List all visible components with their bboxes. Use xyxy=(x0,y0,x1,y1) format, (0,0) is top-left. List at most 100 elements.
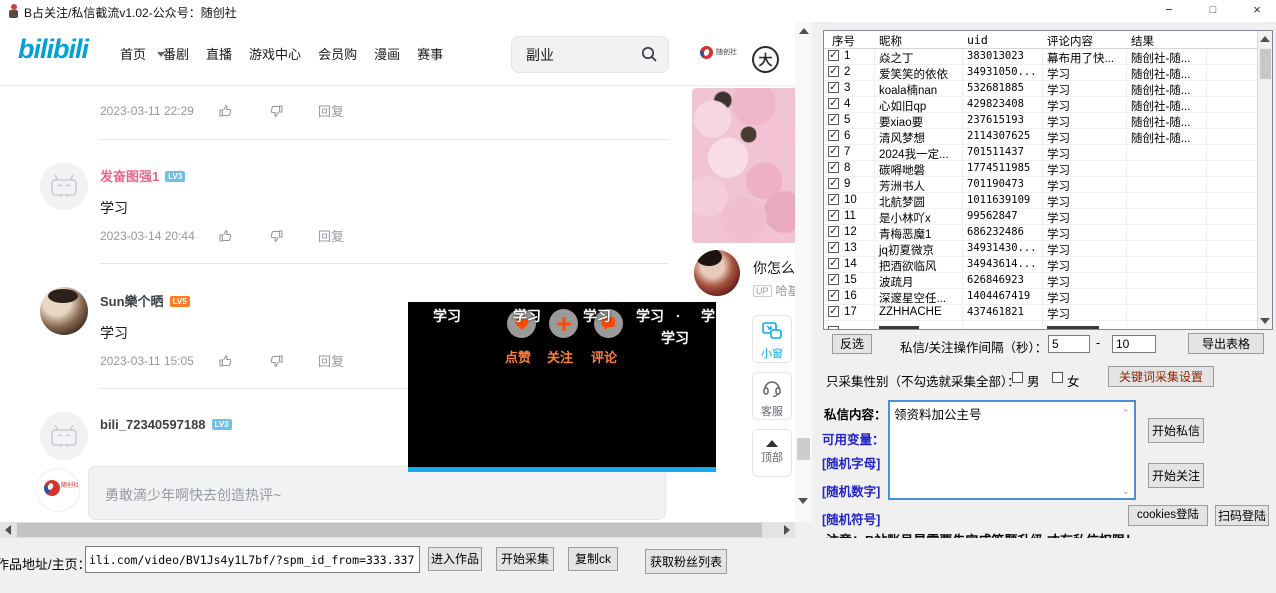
col-comment[interactable]: 评论内容 xyxy=(1047,33,1093,49)
scrollbar-thumb[interactable] xyxy=(797,438,810,460)
interval-to-input[interactable] xyxy=(1112,335,1156,353)
row-checkbox[interactable] xyxy=(828,226,839,237)
thumbs-up-icon[interactable] xyxy=(218,103,234,119)
video-thumbnail[interactable] xyxy=(692,88,795,243)
table-row[interactable]: 8 碳嘚哋磐 1774511985 学习 xyxy=(824,161,1257,177)
table-row[interactable]: 6 清风梦想 2114307625 学习 随创社-随... xyxy=(824,129,1257,145)
service-button[interactable]: 客服 xyxy=(752,372,792,420)
table-row[interactable]: 12 青梅恶魔1 686232486 学习 xyxy=(824,225,1257,241)
col-result[interactable]: 结果 xyxy=(1131,33,1154,49)
close-button[interactable]: × xyxy=(1240,0,1274,22)
follow-button[interactable] xyxy=(549,309,578,338)
minimize-button[interactable]: − xyxy=(1152,0,1186,22)
col-nick[interactable]: 昵称 xyxy=(879,33,902,49)
nav-item[interactable]: 会员购 xyxy=(318,44,357,63)
reply-link[interactable]: 回复 xyxy=(318,101,344,120)
thumbs-down-icon[interactable] xyxy=(268,353,284,369)
table-row[interactable]: 3 koala楠nan 532681885 学习 随创社-随... xyxy=(824,81,1257,97)
reply-link[interactable]: 回复 xyxy=(318,351,344,370)
nav-item[interactable]: 漫画 xyxy=(374,44,400,63)
scroll-up-arrow[interactable] xyxy=(1260,36,1270,42)
row-checkbox[interactable] xyxy=(828,210,839,221)
table-row[interactable]: 4 心如旧qp 429823408 学习 随创社-随... xyxy=(824,97,1257,113)
row-checkbox[interactable] xyxy=(828,306,839,317)
dm-content-textarea[interactable]: 领资料加公主号 xyxy=(888,400,1136,500)
comment-username[interactable]: bili_72340597188 xyxy=(100,417,206,432)
table-row[interactable]: 15 波疏月 626846923 学习 xyxy=(824,273,1257,289)
nav-item[interactable]: 游戏中心 xyxy=(249,44,301,63)
row-checkbox[interactable] xyxy=(828,146,839,157)
up-avatar[interactable] xyxy=(694,250,740,296)
row-checkbox[interactable] xyxy=(828,82,839,93)
search-icon[interactable] xyxy=(641,46,658,63)
search-input[interactable] xyxy=(526,44,636,66)
table-row[interactable]: 11 是小林吖x 99562847 学习 xyxy=(824,209,1257,225)
row-checkbox[interactable] xyxy=(828,98,839,109)
scrollbar-thumb[interactable] xyxy=(17,523,762,537)
row-checkbox[interactable] xyxy=(828,290,839,301)
cookies-login-button[interactable]: cookies登陆 xyxy=(1128,505,1208,526)
nav-item[interactable]: 首页 xyxy=(120,44,146,63)
keyword-settings-button[interactable]: 关键词采集设置 xyxy=(1108,366,1214,387)
qr-login-button[interactable]: 扫码登陆 xyxy=(1215,505,1269,526)
maximize-button[interactable]: □ xyxy=(1196,0,1230,22)
col-uid[interactable]: uid xyxy=(967,33,988,47)
table-row[interactable]: 13 jq初夏微京 34931430... 学习 xyxy=(824,241,1257,257)
bilibili-logo[interactable]: bilibili xyxy=(18,34,89,65)
default-avatar-icon[interactable] xyxy=(40,162,88,210)
scrollbar-thumb[interactable] xyxy=(1260,49,1271,79)
reply-link[interactable]: 回复 xyxy=(318,226,344,245)
table-row[interactable]: 7 2024我一定... 701511437 学习 xyxy=(824,145,1257,161)
nav-item[interactable]: 番剧 xyxy=(163,44,189,63)
table-row[interactable]: 16 深邃星空任... 1404467419 学习 xyxy=(824,289,1257,305)
nav-item[interactable]: 赛事 xyxy=(417,44,443,63)
start-follow-button[interactable]: 开始关注 xyxy=(1148,463,1204,488)
row-checkbox[interactable] xyxy=(828,194,839,205)
table-row[interactable]: 17 ZZHHACHE 437461821 学习 xyxy=(824,305,1257,321)
comment-input[interactable]: 勇敢滴少年啊快去创造热评~ xyxy=(88,466,666,520)
row-checkbox[interactable] xyxy=(828,258,839,269)
variable-item[interactable]: [随机符号] xyxy=(822,509,880,528)
url-input[interactable] xyxy=(85,546,420,573)
pip-button[interactable]: 小窗 xyxy=(752,315,792,363)
table-scrollbar[interactable] xyxy=(1257,31,1272,329)
browser-horizontal-scrollbar[interactable] xyxy=(0,522,795,538)
thumbs-down-icon[interactable] xyxy=(268,228,284,244)
user-avatar[interactable] xyxy=(40,287,88,335)
variable-item[interactable]: [随机字母] xyxy=(822,453,880,472)
table-row[interactable]: 9 芳洲书人 701190473 学习 xyxy=(824,177,1257,193)
default-avatar-icon[interactable] xyxy=(40,412,88,460)
scroll-right-arrow[interactable] xyxy=(784,525,790,535)
row-checkbox[interactable] xyxy=(828,66,839,77)
row-checkbox[interactable] xyxy=(828,274,839,285)
thumbs-up-icon[interactable] xyxy=(218,353,234,369)
up-name[interactable]: 哈基 xyxy=(776,282,795,299)
video-overlay[interactable]: 学习 学习 学习 学习 . 学 学习 点赞 关注 评论 xyxy=(408,302,716,472)
row-checkbox[interactable] xyxy=(828,162,839,173)
get-fans-button[interactable]: 获取粉丝列表 xyxy=(645,549,727,574)
table-row[interactable]: 2 爱笑笑的依依 34931050... 学习 随创社-随... xyxy=(824,65,1257,81)
invert-selection-button[interactable]: 反选 xyxy=(832,334,872,354)
comment-username[interactable]: Sun樂个晒 xyxy=(100,294,164,309)
row-checkbox[interactable] xyxy=(828,178,839,189)
scroll-down-arrow[interactable] xyxy=(798,498,808,504)
female-checkbox[interactable] xyxy=(1052,372,1063,383)
table-row[interactable]: 14 把酒欲临风 34943614... 学习 xyxy=(824,257,1257,273)
start-dm-button[interactable]: 开始私信 xyxy=(1148,418,1204,443)
export-table-button[interactable]: 导出表格 xyxy=(1188,333,1264,354)
thumbs-up-icon[interactable] xyxy=(218,228,234,244)
scroll-left-arrow[interactable] xyxy=(5,525,11,535)
comment-username[interactable]: 发奋图强1 xyxy=(100,169,159,184)
thumbs-down-icon[interactable] xyxy=(268,103,284,119)
interval-from-input[interactable] xyxy=(1048,335,1090,353)
browser-vertical-scrollbar[interactable] xyxy=(795,22,812,522)
row-checkbox[interactable] xyxy=(828,130,839,141)
nav-item[interactable]: 直播 xyxy=(206,44,232,63)
male-checkbox[interactable] xyxy=(1012,372,1023,383)
start-collect-button[interactable]: 开始采集 xyxy=(496,547,554,571)
row-checkbox[interactable] xyxy=(828,242,839,253)
enter-work-button[interactable]: 进入作品 xyxy=(428,547,482,571)
col-num[interactable]: 序号 xyxy=(832,33,855,49)
video-progress-bar[interactable] xyxy=(408,467,716,472)
search-box[interactable] xyxy=(511,36,669,73)
